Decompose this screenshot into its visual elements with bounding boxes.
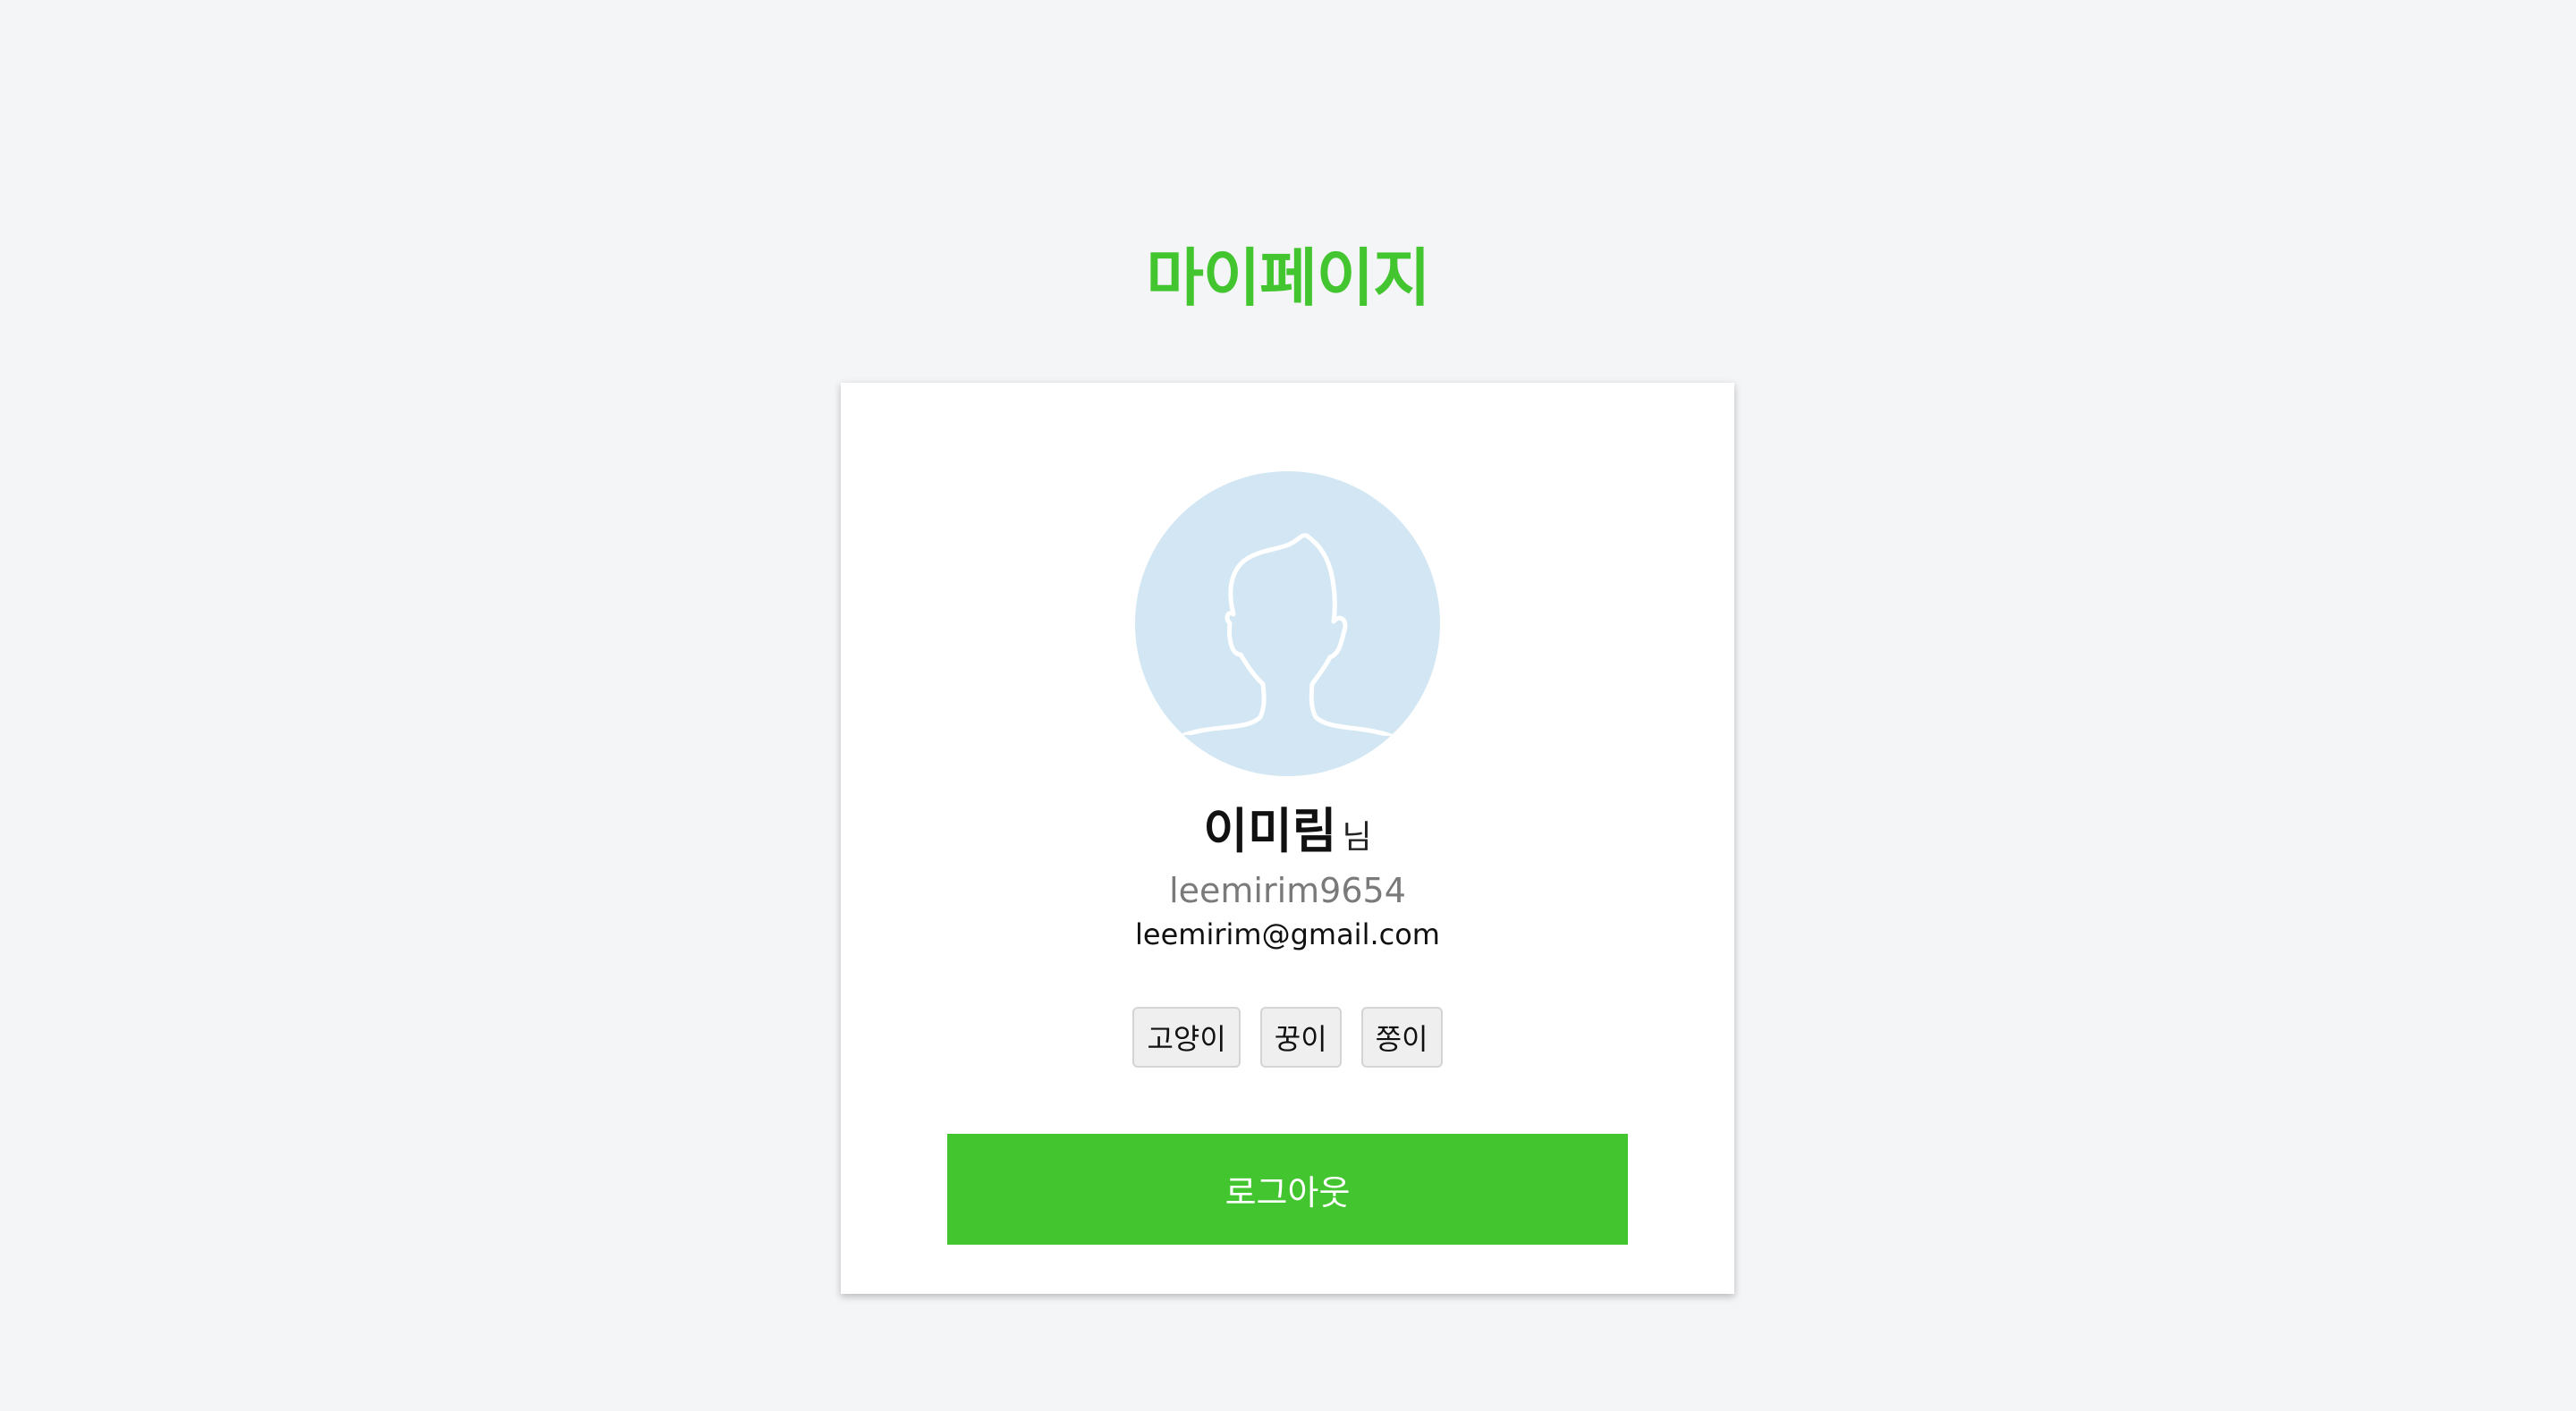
user-silhouette-icon (1135, 533, 1440, 776)
user-name: 이미림 (1203, 803, 1337, 859)
username: leemirim9654 (1169, 871, 1406, 910)
tag-button[interactable]: 꿍이 (1259, 1007, 1342, 1068)
tag-list: 고양이 꿍이 쫑이 (841, 1007, 1734, 1068)
email: leemirim@gmail.com (1135, 917, 1440, 951)
tag-button[interactable]: 고양이 (1132, 1007, 1241, 1068)
logout-button[interactable]: 로그아웃 (947, 1134, 1628, 1245)
name-suffix: 님 (1342, 819, 1372, 856)
avatar (1135, 471, 1440, 776)
tag-button[interactable]: 쫑이 (1360, 1007, 1443, 1068)
profile-card: 이미림 님 leemirim9654 leemirim@gmail.com 고양이… (841, 383, 1734, 1294)
name-row: 이미림 님 (841, 803, 1734, 861)
page-title: 마이페이지 (1146, 241, 1431, 315)
